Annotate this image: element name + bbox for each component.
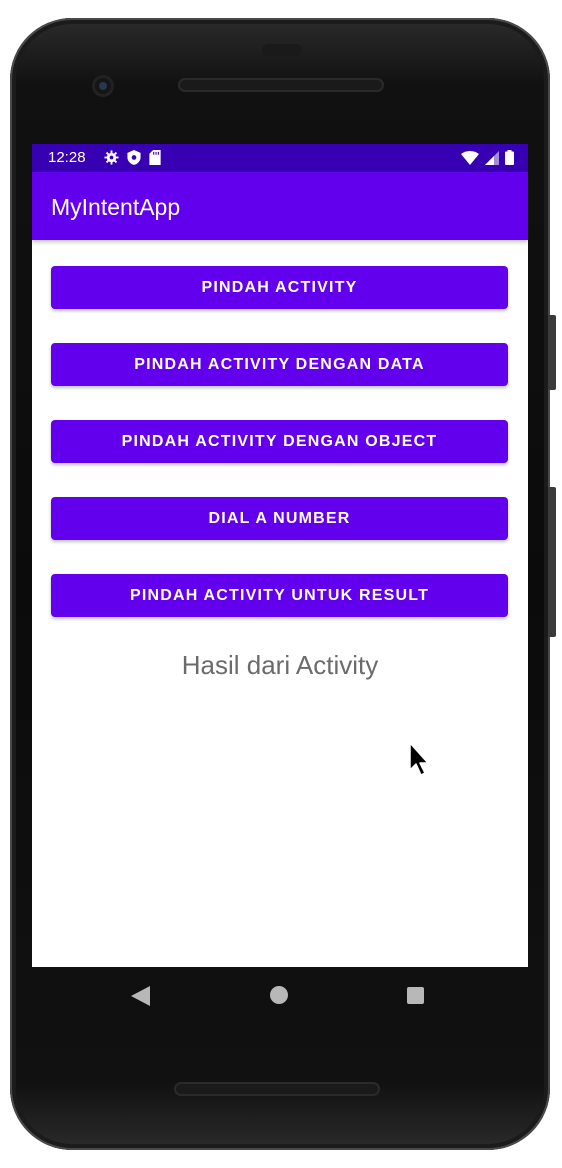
battery-icon — [505, 150, 514, 165]
result-text: Hasil dari Activity — [181, 650, 379, 680]
dial-a-number-button[interactable]: DIAL A NUMBER — [51, 497, 508, 540]
shield-icon — [127, 150, 141, 165]
pindah-activity-untuk-result-button[interactable]: PINDAH ACTIVITY UNTUK RESULT — [51, 574, 508, 617]
pindah-activity-button[interactable]: PINDAH ACTIVITY — [51, 266, 508, 309]
app-title: MyIntentApp — [51, 194, 181, 220]
screen: 12:28 MyIntentApp PINDAH ACTIVITY PINDAH… — [32, 144, 528, 967]
sd-card-icon — [149, 150, 161, 165]
status-icons-left — [104, 150, 161, 165]
back-icon[interactable] — [131, 986, 150, 1006]
bottom-speaker — [174, 1082, 380, 1096]
app-bar: MyIntentApp — [32, 172, 528, 240]
top-sensor — [262, 44, 302, 56]
status-time: 12:28 — [48, 149, 86, 166]
recents-icon[interactable] — [407, 987, 424, 1004]
volume-button — [548, 315, 556, 390]
mouse-cursor-icon — [409, 742, 429, 776]
pindah-activity-dengan-object-button[interactable]: PINDAH ACTIVITY DENGAN OBJECT — [51, 420, 508, 463]
wifi-icon — [461, 150, 479, 165]
earpiece-speaker — [178, 78, 384, 92]
home-icon[interactable] — [270, 986, 288, 1004]
signal-icon — [485, 150, 499, 165]
status-bar: 12:28 — [32, 144, 528, 172]
power-button — [548, 487, 556, 637]
front-camera-icon — [92, 75, 114, 97]
status-icons-right — [461, 150, 514, 165]
pindah-activity-dengan-data-button[interactable]: PINDAH ACTIVITY DENGAN DATA — [51, 343, 508, 386]
gear-icon — [104, 150, 119, 165]
